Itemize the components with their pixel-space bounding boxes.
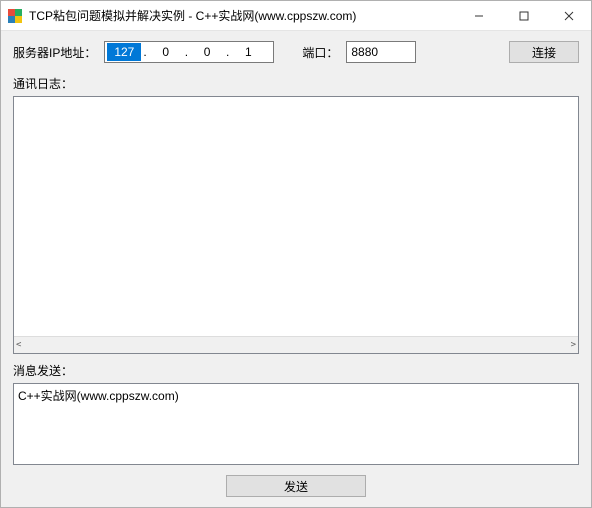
minimize-button[interactable]	[456, 1, 501, 31]
ip-dot: .	[183, 45, 190, 59]
port-input-wrap	[346, 41, 416, 63]
connect-button[interactable]: 连接	[509, 41, 579, 63]
log-textarea[interactable]: < >	[13, 96, 579, 354]
ip-input[interactable]: . . .	[104, 41, 274, 63]
horizontal-scrollbar[interactable]: < >	[14, 336, 578, 353]
maximize-button[interactable]	[501, 1, 546, 31]
client-area: 服务器IP地址： . . . 端口： 连接 通讯日志： < >	[1, 31, 591, 507]
scroll-left-icon[interactable]: <	[16, 340, 21, 350]
log-label: 通讯日志：	[13, 75, 579, 92]
scroll-right-icon[interactable]: >	[571, 340, 576, 350]
window-title: TCP粘包问题模拟并解决实例 - C++实战网(www.cppszw.com)	[29, 7, 456, 24]
ip-label: 服务器IP地址：	[13, 44, 96, 61]
ip-octet-3[interactable]	[190, 43, 224, 61]
log-content	[14, 97, 578, 336]
ip-octet-1[interactable]	[107, 43, 141, 61]
port-input[interactable]	[347, 42, 415, 62]
title-bar: TCP粘包问题模拟并解决实例 - C++实战网(www.cppszw.com)	[1, 1, 591, 31]
main-window: TCP粘包问题模拟并解决实例 - C++实战网(www.cppszw.com) …	[0, 0, 592, 508]
connection-row: 服务器IP地址： . . . 端口： 连接	[13, 41, 579, 63]
send-button[interactable]: 发送	[226, 475, 366, 497]
port-label: 端口：	[302, 44, 338, 61]
ip-dot: .	[141, 45, 148, 59]
send-row: 发送	[13, 475, 579, 497]
app-icon	[7, 8, 23, 24]
ip-octet-2[interactable]	[149, 43, 183, 61]
message-textarea[interactable]	[14, 384, 578, 464]
message-box	[13, 383, 579, 465]
ip-octet-4[interactable]	[231, 43, 265, 61]
window-controls	[456, 1, 591, 31]
ip-dot: .	[224, 45, 231, 59]
message-label: 消息发送：	[13, 362, 579, 379]
close-button[interactable]	[546, 1, 591, 31]
